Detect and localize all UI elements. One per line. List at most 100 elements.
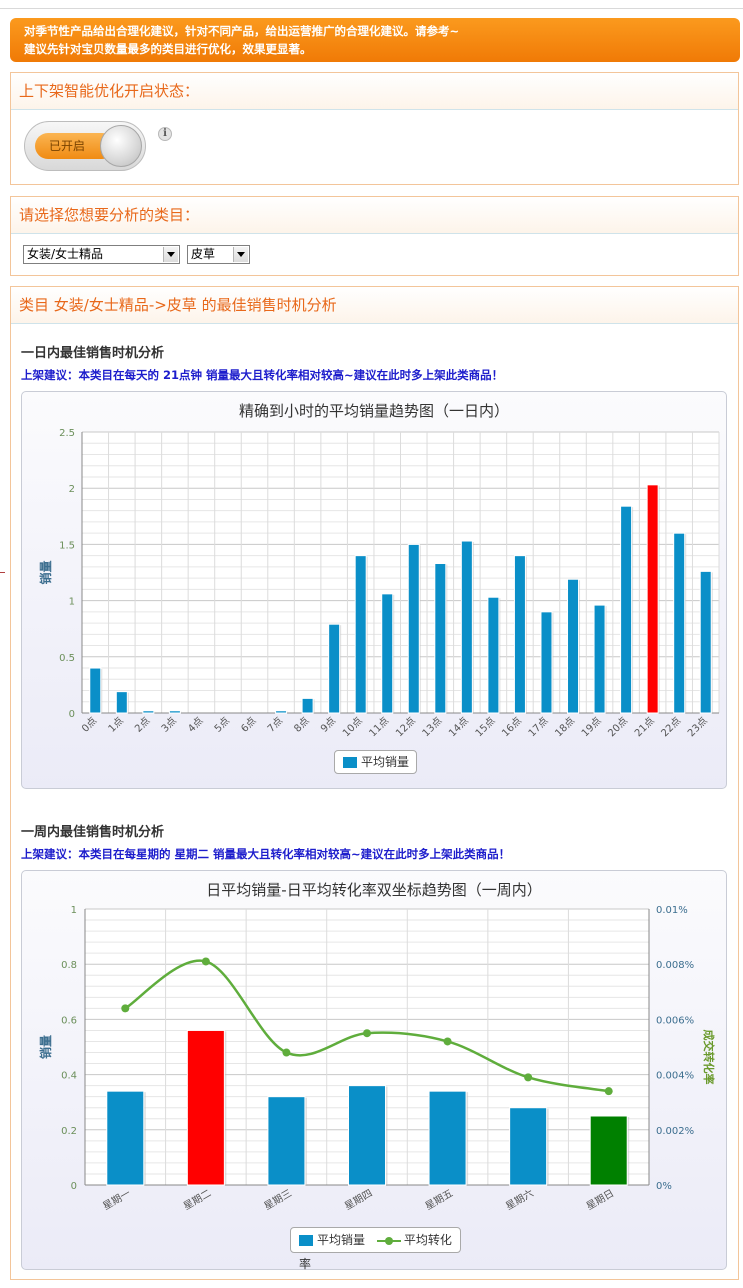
y-tick-label: 0 (69, 709, 75, 720)
y-tick-label: 0.2 (61, 1126, 77, 1137)
subcategory-select[interactable]: 皮草 (187, 245, 250, 264)
conversion-point (201, 957, 210, 966)
y2-axis-label: 成交转化率 (702, 1030, 716, 1085)
bar (267, 1096, 306, 1186)
y2-tick-label: 0.004% (656, 1071, 694, 1082)
smart-optimize-toggle[interactable]: 已开启 (24, 121, 146, 171)
day-section-advice: 上架建议：本类目在每天的 21点钟 销量最大且转化率相对较高~建议在此时多上架此… (21, 368, 504, 382)
status-panel: 上下架智能优化开启状态： 已开启 i (10, 72, 739, 185)
x-tick-label: 3点 (159, 715, 179, 735)
conversion-point (524, 1073, 533, 1082)
x-tick-label: 7点 (265, 715, 285, 735)
bar (646, 484, 659, 714)
edge-mark (0, 572, 5, 573)
y-tick-label: 0 (71, 1181, 77, 1192)
legend-label: 平均销量 (361, 755, 410, 769)
bar (142, 710, 155, 714)
bar (328, 623, 341, 714)
analysis-panel-title: 类目 女装/女士精品->皮草 的最佳销售时机分析 (11, 287, 738, 324)
y2-tick-label: 0.008% (656, 960, 694, 971)
legend-swatch (343, 757, 357, 768)
toggle-knob[interactable] (100, 125, 142, 167)
bar (301, 697, 314, 714)
x-tick-label: 15点 (473, 715, 498, 740)
legend-swatch (299, 1235, 313, 1246)
x-tick-label: 2点 (132, 715, 152, 735)
x-tick-label: 星期三 (262, 1187, 294, 1212)
bar (89, 667, 102, 714)
bar (407, 543, 420, 714)
bar (513, 555, 526, 714)
y-tick-label: 1 (71, 905, 77, 916)
analysis-panel: 类目 女装/女士精品->皮草 的最佳销售时机分析 一日内最佳销售时机分析 上架建… (10, 286, 739, 1280)
y-tick-label: 1.5 (59, 540, 75, 551)
week-chart-legend[interactable]: 平均销量 平均转化率 (290, 1227, 461, 1271)
subcategory-select-value: 皮草 (191, 247, 216, 261)
y2-tick-label: 0.01% (656, 905, 688, 916)
x-tick-label: 星期日 (584, 1187, 616, 1212)
y-axis-label: 销量 (38, 560, 53, 584)
x-tick-label: 8点 (292, 715, 312, 735)
bar (699, 570, 712, 714)
bar (186, 1029, 225, 1186)
x-tick-label: 6点 (239, 715, 259, 735)
x-tick-label: 13点 (420, 715, 445, 740)
day-chart-legend[interactable]: 平均销量 (334, 750, 417, 774)
bar (593, 604, 606, 714)
x-tick-label: 20点 (606, 715, 631, 740)
category-select[interactable]: 女装/女士精品 (23, 245, 180, 264)
x-tick-label: 9点 (318, 715, 338, 735)
week-chart: 日平均销量-日平均转化率双坐标趋势图（一周内） 0 0.2 0.4 0.6 0.8 1 0%… (21, 870, 727, 1271)
x-tick-label: 18点 (553, 715, 578, 740)
x-tick-label: 5点 (212, 715, 232, 735)
x-tick-label: 11点 (367, 715, 392, 740)
bar (275, 710, 288, 714)
x-tick-label: 星期四 (343, 1187, 375, 1212)
bar (589, 1115, 628, 1186)
x-tick-label: 星期六 (504, 1187, 536, 1212)
x-tick-label: 1点 (106, 715, 126, 735)
y-tick-label: 1 (69, 597, 75, 608)
y-tick-label: 2 (69, 484, 75, 495)
notice-line-1: 对季节性产品给出合理化建议，针对不同产品，给出运营推广的合理化建议。请参考~ (24, 24, 460, 38)
bar (620, 505, 633, 714)
bar (434, 563, 447, 714)
bar (168, 710, 181, 714)
x-tick-label: 10点 (340, 715, 365, 740)
chevron-down-icon[interactable] (233, 247, 248, 262)
week-section-heading: 一周内最佳销售时机分析 (21, 825, 165, 840)
y-axis-label: 销量 (38, 1035, 53, 1059)
category-panel-title: 请选择您想要分析的类目： (11, 197, 738, 234)
status-panel-title: 上下架智能优化开启状态： (11, 73, 738, 110)
legend-line-swatch (376, 1235, 401, 1246)
category-select-value: 女装/女士精品 (27, 247, 104, 261)
x-tick-label: 星期一 (101, 1187, 133, 1212)
conversion-point (604, 1087, 613, 1096)
x-tick-label: 0点 (79, 715, 99, 735)
x-tick-label: 14点 (446, 715, 471, 740)
x-tick-label: 星期二 (181, 1187, 213, 1212)
y-tick-label: 0.8 (61, 960, 77, 971)
conversion-point (282, 1048, 291, 1057)
y2-tick-label: 0% (656, 1181, 672, 1192)
conversion-point (363, 1029, 371, 1038)
y-tick-label: 2.5 (59, 428, 75, 439)
day-chart: 精确到小时的平均销量趋势图（一日内） 0 0.5 1 1.5 2 2.5 销量 0点 1点 2点 3… (21, 391, 727, 789)
x-tick-label: 19点 (579, 715, 604, 740)
week-chart-svg: 0 0.2 0.4 0.6 0.8 1 0% 0.002% 0.004% 0.006% 0.008%… (38, 905, 716, 1213)
bar (487, 596, 500, 714)
x-tick-label: 12点 (393, 715, 418, 740)
y2-tick-label: 0.006% (656, 1015, 694, 1026)
x-tick-label: 17点 (526, 715, 551, 740)
chevron-down-icon[interactable] (163, 247, 178, 262)
x-tick-label: 22点 (659, 715, 684, 740)
bar (106, 1090, 145, 1186)
x-tick-label: 4点 (185, 715, 205, 735)
day-chart-svg: 0 0.5 1 1.5 2 2.5 销量 0点 1点 2点 3点 4点 5点 6点 7点 8点 9点 10点 11点… (38, 428, 720, 740)
notice-banner: 对季节性产品给出合理化建议，针对不同产品，给出运营推广的合理化建议。请参考~ 建… (10, 18, 740, 62)
info-icon[interactable]: i (158, 127, 172, 141)
bar (567, 578, 580, 714)
bar (381, 593, 394, 714)
bar (673, 532, 686, 714)
day-section-heading: 一日内最佳销售时机分析 (21, 346, 165, 361)
